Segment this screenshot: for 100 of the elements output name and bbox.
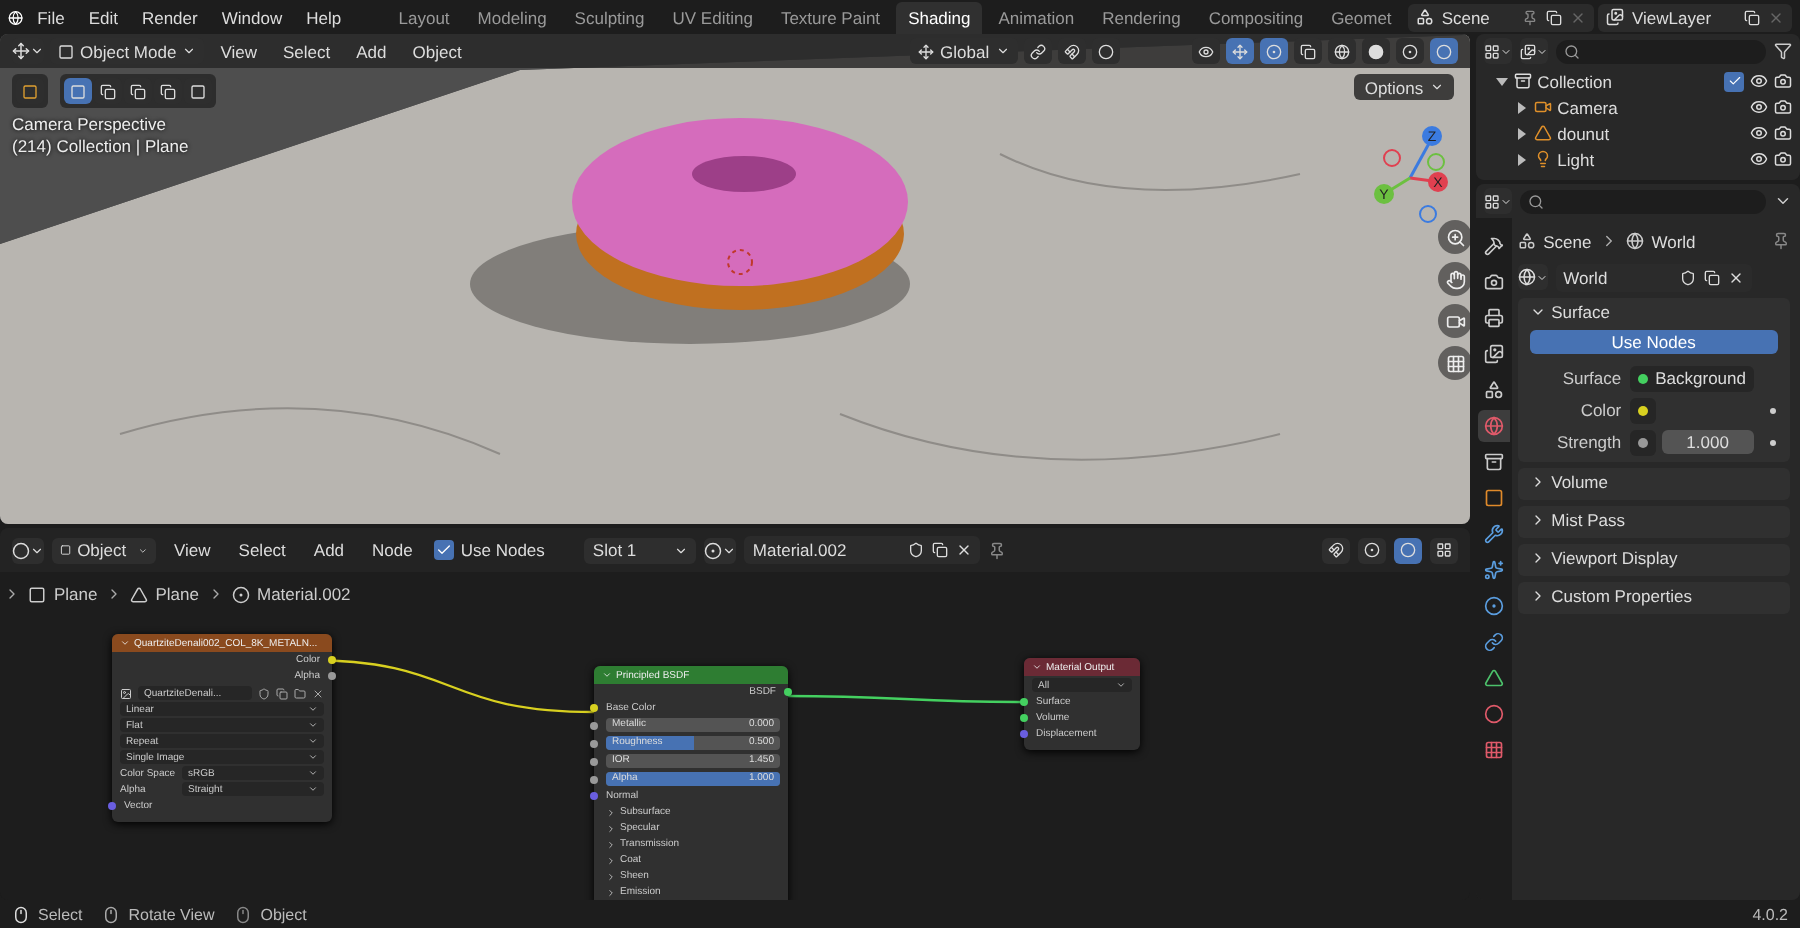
- menu-item[interactable]: View: [164, 536, 221, 564]
- workspace-tab[interactable]: Modeling: [465, 1, 559, 33]
- workspace-tab[interactable]: Layout: [386, 1, 462, 33]
- copy-icon[interactable]: [932, 542, 949, 558]
- editor-type-button[interactable]: [12, 537, 44, 563]
- copy-icon[interactable]: [1546, 9, 1562, 25]
- workspace-tab[interactable]: UV Editing: [660, 1, 765, 33]
- shader-link-field[interactable]: Background: [1629, 365, 1754, 391]
- shader-type-dropdown[interactable]: Object: [52, 537, 156, 563]
- use-nodes-checkbox[interactable]: Use Nodes: [434, 540, 545, 560]
- close-icon[interactable]: [1727, 269, 1744, 285]
- search-field[interactable]: [1555, 39, 1766, 63]
- caret-icon[interactable]: [1774, 192, 1792, 210]
- pivot-button[interactable]: [1023, 38, 1052, 64]
- workspace-tab[interactable]: Texture Paint: [768, 1, 893, 33]
- material-field[interactable]: Material.002: [744, 536, 981, 564]
- material-browse-button[interactable]: [704, 537, 737, 563]
- eye-icon[interactable]: [1750, 150, 1768, 168]
- select-new-button[interactable]: [64, 78, 92, 104]
- keyframe-dot-icon[interactable]: [1769, 407, 1775, 413]
- view-layer-field[interactable]: ViewLayer: [1598, 3, 1792, 31]
- overlay-button[interactable]: [1357, 537, 1386, 563]
- slot-dropdown[interactable]: Slot 1: [584, 537, 697, 563]
- eye-icon[interactable]: [1750, 98, 1768, 116]
- workspace-tab[interactable]: Rendering: [1090, 1, 1193, 33]
- menu-item[interactable]: View: [210, 37, 267, 65]
- outliner-item[interactable]: Camera: [1557, 97, 1618, 117]
- camera-view-button[interactable]: [1438, 304, 1470, 338]
- camera-icon[interactable]: [1774, 150, 1792, 168]
- panel-header[interactable]: Volume: [1517, 468, 1790, 496]
- proportional-button[interactable]: [1091, 38, 1120, 64]
- collapse-icon[interactable]: [1032, 662, 1042, 672]
- use-nodes-button[interactable]: Use Nodes: [1529, 330, 1778, 354]
- select-extend-button[interactable]: [94, 78, 122, 104]
- zoom-button[interactable]: [1438, 220, 1470, 254]
- menu-item[interactable]: File: [27, 3, 75, 31]
- menu-item[interactable]: Help: [296, 3, 352, 31]
- workspace-tab[interactable]: Compositing: [1196, 1, 1316, 33]
- display-mode-button[interactable]: [1483, 38, 1512, 64]
- camera-icon[interactable]: [1774, 124, 1792, 142]
- workspace-tab[interactable]: Shading: [896, 1, 983, 33]
- world-tab[interactable]: [1477, 410, 1510, 442]
- projection-button[interactable]: [1438, 346, 1470, 380]
- overlay-button[interactable]: [1259, 38, 1288, 64]
- view-button[interactable]: [1519, 38, 1548, 64]
- expand-arrow-icon[interactable]: [1517, 127, 1526, 139]
- copy-icon[interactable]: [1744, 9, 1760, 25]
- snap-button[interactable]: [1057, 38, 1086, 64]
- pin-icon[interactable]: [988, 541, 1007, 559]
- folder-icon[interactable]: [294, 687, 306, 699]
- pan-button[interactable]: [1438, 262, 1470, 296]
- orientation-dropdown[interactable]: Global: [910, 38, 1018, 64]
- number-field[interactable]: 1.000: [1661, 430, 1754, 454]
- workspace-tab[interactable]: Animation: [986, 1, 1087, 33]
- pin-icon[interactable]: [1772, 232, 1790, 250]
- filter-icon[interactable]: [1774, 42, 1792, 60]
- eye-icon[interactable]: [1750, 72, 1768, 90]
- image-icon[interactable]: [120, 687, 132, 699]
- outliner-item[interactable]: Light: [1557, 149, 1595, 169]
- expand-arrow-icon[interactable]: [1495, 77, 1508, 85]
- gizmo-button[interactable]: [1225, 38, 1254, 64]
- collapse-icon[interactable]: [120, 638, 130, 648]
- menu-item[interactable]: Edit: [78, 3, 128, 31]
- checkbox[interactable]: [1724, 71, 1744, 91]
- camera-icon[interactable]: [1774, 98, 1792, 116]
- close-icon[interactable]: [956, 542, 973, 558]
- logo-icon[interactable]: [8, 7, 24, 27]
- collapse-icon[interactable]: [602, 670, 612, 680]
- workspace-tab[interactable]: Sculpting: [562, 1, 657, 33]
- expand-arrow-icon[interactable]: [1517, 153, 1526, 165]
- menu-item[interactable]: Select: [272, 37, 341, 65]
- panel-header[interactable]: Viewport Display: [1517, 544, 1790, 572]
- workspace-tab[interactable]: Geomet: [1319, 1, 1404, 33]
- menu-item[interactable]: Render: [131, 3, 208, 31]
- scene-field[interactable]: Scene: [1407, 3, 1594, 31]
- visibility-button[interactable]: [1191, 38, 1220, 64]
- menu-item[interactable]: Add: [346, 37, 397, 65]
- panel-header[interactable]: Custom Properties: [1517, 582, 1790, 610]
- socket-button[interactable]: [1629, 429, 1656, 455]
- eye-icon[interactable]: [1750, 124, 1768, 142]
- menu-item[interactable]: Add: [303, 536, 355, 564]
- outliner-item[interactable]: Collection: [1537, 71, 1612, 91]
- overlay-toggle-button[interactable]: [1393, 537, 1422, 563]
- color-socket[interactable]: [1629, 397, 1656, 423]
- solid-shading-button[interactable]: [1361, 38, 1390, 64]
- expand-arrow-icon[interactable]: [1517, 101, 1526, 113]
- camera-icon[interactable]: [1774, 72, 1792, 90]
- menu-item[interactable]: Window: [211, 3, 293, 31]
- sidebar-button[interactable]: [1429, 537, 1458, 563]
- outliner-item[interactable]: dounut: [1557, 123, 1610, 143]
- pin-icon[interactable]: [1522, 9, 1538, 25]
- menu-item[interactable]: Select: [228, 536, 296, 564]
- menu-item[interactable]: Object: [402, 37, 472, 65]
- copy-icon[interactable]: [1703, 269, 1720, 285]
- panel-header[interactable]: Mist Pass: [1517, 506, 1790, 534]
- world-browse-button[interactable]: [1517, 264, 1548, 290]
- editor-type-button[interactable]: [1483, 188, 1512, 214]
- keyframe-dot-icon[interactable]: [1769, 439, 1775, 445]
- menu-item[interactable]: Node: [362, 536, 423, 564]
- snap-button[interactable]: [1321, 537, 1350, 563]
